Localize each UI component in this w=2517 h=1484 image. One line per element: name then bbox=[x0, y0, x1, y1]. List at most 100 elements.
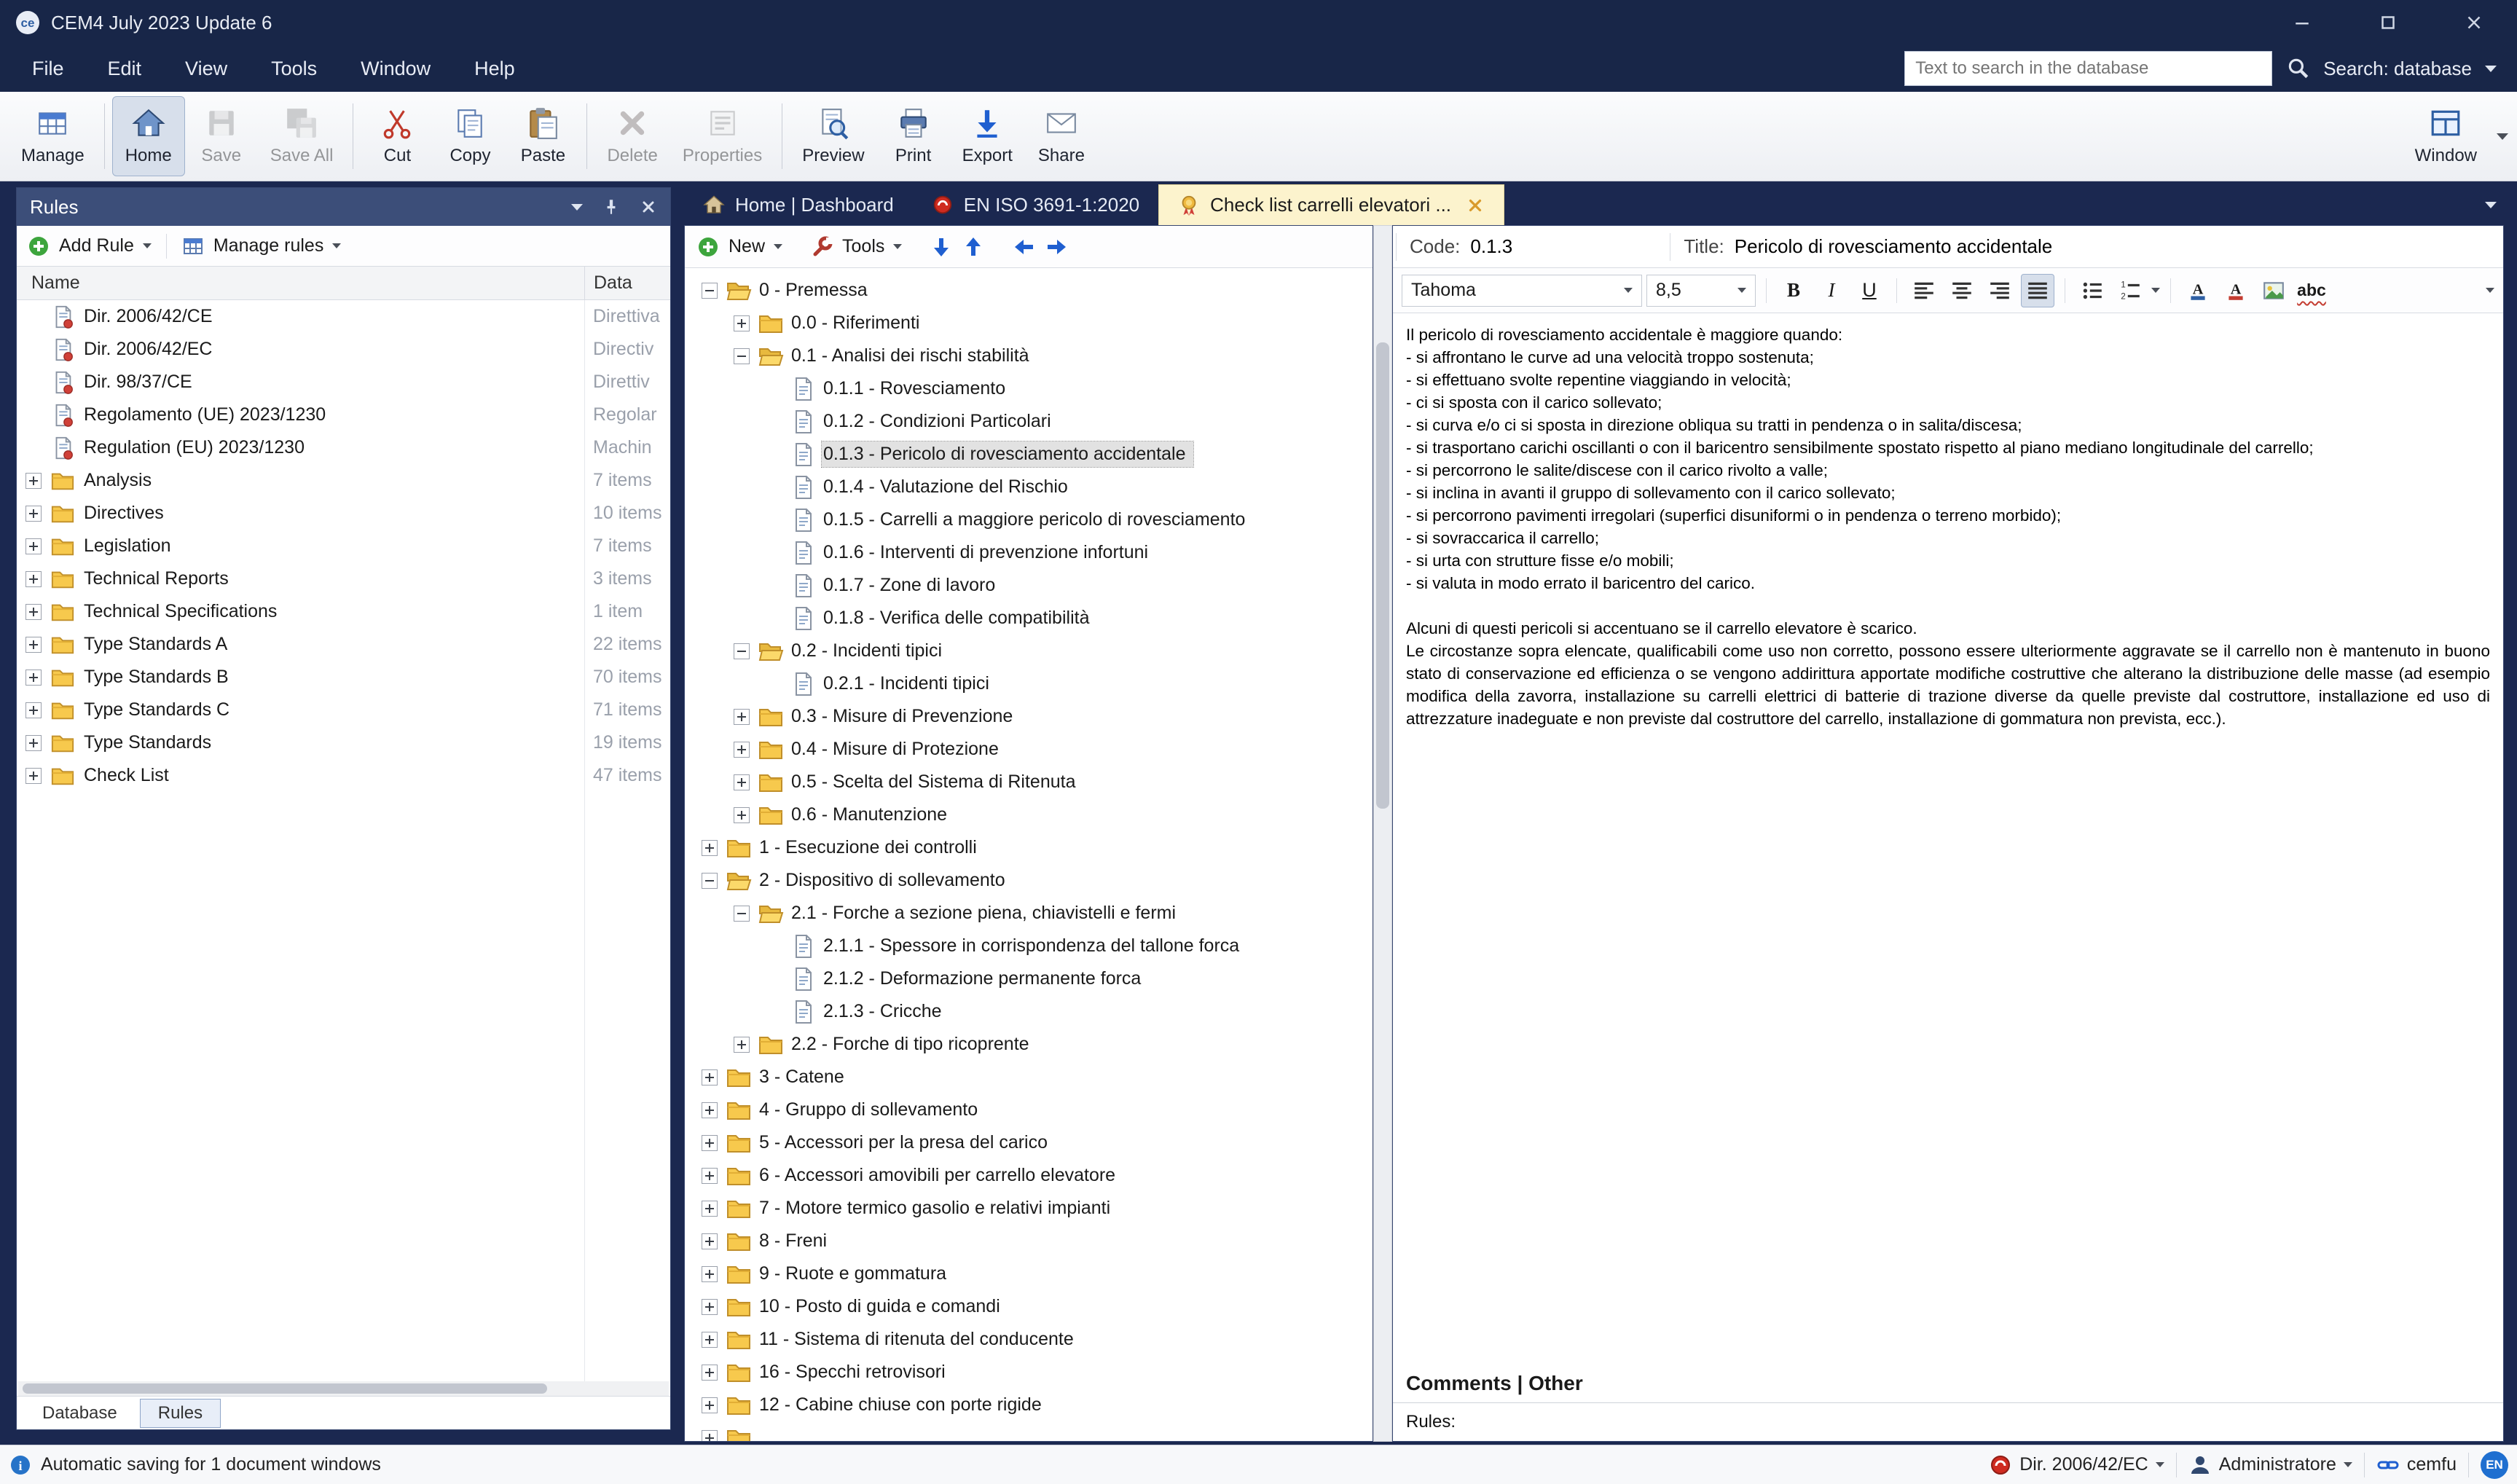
expand-toggle[interactable] bbox=[17, 735, 50, 751]
bold-button[interactable]: B bbox=[1777, 274, 1810, 307]
tree-node[interactable]: 2.1.3 - Cricche bbox=[685, 995, 1373, 1028]
format-overflow-icon[interactable] bbox=[2486, 288, 2494, 293]
toolbar-print-button[interactable]: Print bbox=[877, 96, 950, 176]
numbered-list-button[interactable]: 12 bbox=[2113, 274, 2147, 307]
tree-node[interactable]: 16 - Specchi retrovisori bbox=[685, 1356, 1373, 1389]
new-button[interactable]: New bbox=[729, 236, 765, 257]
align-right-button[interactable] bbox=[1983, 274, 2017, 307]
maximize-button[interactable] bbox=[2345, 0, 2431, 45]
rule-row[interactable]: Analysis7 items bbox=[17, 464, 670, 497]
tree-node[interactable]: 5 - Accessori per la presa del carico bbox=[685, 1126, 1373, 1159]
menu-window[interactable]: Window bbox=[339, 45, 452, 92]
rule-row[interactable]: Dir. 98/37/CEDirettiv bbox=[17, 366, 670, 399]
rule-row[interactable]: Legislation7 items bbox=[17, 530, 670, 562]
align-center-button[interactable] bbox=[1945, 274, 1979, 307]
manage-rules-caret-icon[interactable] bbox=[332, 243, 341, 248]
tree-node[interactable]: 10 - Posto di guida e comandi bbox=[685, 1290, 1373, 1323]
tree-vertical-scrollbar[interactable] bbox=[1373, 225, 1392, 1442]
highlight-color-button[interactable]: A bbox=[2219, 274, 2253, 307]
tree-node[interactable]: 2.2 - Forche di tipo ricoprente bbox=[685, 1028, 1373, 1061]
pin-icon[interactable] bbox=[602, 197, 621, 216]
tree-node[interactable]: 3 - Catene bbox=[685, 1061, 1373, 1094]
toolbar-export-button[interactable]: Export bbox=[950, 96, 1025, 176]
rule-row[interactable]: Technical Specifications1 item bbox=[17, 595, 670, 628]
menu-edit[interactable]: Edit bbox=[86, 45, 164, 92]
tree-node[interactable]: 0.1.3 - Pericolo di rovesciamento accide… bbox=[685, 438, 1373, 471]
tree-node[interactable]: 0.2.1 - Incidenti tipici bbox=[685, 667, 1373, 700]
insert-image-button[interactable] bbox=[2257, 274, 2290, 307]
tree-node[interactable]: 0.1.2 - Condizioni Particolari bbox=[685, 405, 1373, 438]
tree-node[interactable]: 2.1.2 - Deformazione permanente forca bbox=[685, 962, 1373, 995]
expand-toggle[interactable] bbox=[730, 742, 753, 758]
rule-row[interactable]: Type Standards B70 items bbox=[17, 661, 670, 694]
tree-node[interactable]: 12 - Cabine chiuse con porte rigide bbox=[685, 1389, 1373, 1421]
column-header-data[interactable]: Data bbox=[584, 267, 670, 299]
rule-row[interactable]: Type Standards19 items bbox=[17, 726, 670, 759]
tree-node[interactable]: 0.1.5 - Carrelli a maggiore pericolo di … bbox=[685, 503, 1373, 536]
panel-close-icon[interactable] bbox=[640, 198, 657, 216]
toolbar-copy-button[interactable]: Copy bbox=[433, 96, 506, 176]
rule-row[interactable]: Dir. 2006/42/CEDirettiva bbox=[17, 300, 670, 333]
expand-toggle[interactable] bbox=[730, 1037, 753, 1053]
tree-node[interactable] bbox=[685, 1421, 1373, 1441]
expand-toggle[interactable] bbox=[698, 1299, 721, 1315]
new-caret-icon[interactable] bbox=[774, 244, 782, 249]
menu-view[interactable]: View bbox=[163, 45, 249, 92]
rule-row[interactable]: Check List47 items bbox=[17, 759, 670, 792]
move-up-button[interactable] bbox=[962, 235, 985, 259]
expand-toggle[interactable] bbox=[698, 1365, 721, 1381]
expand-toggle[interactable] bbox=[698, 873, 721, 889]
expand-toggle[interactable] bbox=[17, 571, 50, 587]
expand-toggle[interactable] bbox=[730, 315, 753, 331]
toolbar-save-all-button[interactable]: Save All bbox=[258, 96, 346, 176]
rich-text-editor[interactable]: Il pericolo di rovesciamento accidentale… bbox=[1393, 313, 2503, 1363]
numbered-list-caret-icon[interactable] bbox=[2151, 288, 2160, 293]
rule-row[interactable]: Directives10 items bbox=[17, 497, 670, 530]
expand-toggle[interactable] bbox=[17, 538, 50, 554]
align-justify-button[interactable] bbox=[2021, 274, 2054, 307]
toolbar-preview-button[interactable]: Preview bbox=[790, 96, 876, 176]
tree-node[interactable]: 0.1.8 - Verifica delle compatibilità bbox=[685, 602, 1373, 635]
rule-row[interactable]: Technical Reports3 items bbox=[17, 562, 670, 595]
tree-node[interactable]: 0.0 - Riferimenti bbox=[685, 307, 1373, 339]
toolbar-properties-button[interactable]: Properties bbox=[670, 96, 774, 176]
minimize-button[interactable] bbox=[2259, 0, 2345, 45]
menu-tools[interactable]: Tools bbox=[249, 45, 339, 92]
tree-node[interactable]: 0.6 - Manutenzione bbox=[685, 798, 1373, 831]
connection-indicator[interactable]: cemfu bbox=[2376, 1453, 2457, 1477]
tab-rules[interactable]: Rules bbox=[140, 1399, 221, 1428]
document-tab-check-list-carrelli-elevatori[interactable]: Check list carrelli elevatori ... bbox=[1158, 184, 1504, 225]
toolbar-cut-button[interactable]: Cut bbox=[361, 96, 433, 176]
document-tab-home-dashboard[interactable]: Home | Dashboard bbox=[684, 184, 913, 225]
tree-node[interactable]: 11 - Sistema di ritenuta del conducente bbox=[685, 1323, 1373, 1356]
tree-node[interactable]: 7 - Motore termico gasolio e relativi im… bbox=[685, 1192, 1373, 1225]
expand-toggle[interactable] bbox=[698, 1135, 721, 1151]
expand-toggle[interactable] bbox=[698, 1168, 721, 1184]
tree-node[interactable]: 9 - Ruote e gommatura bbox=[685, 1257, 1373, 1290]
align-left-button[interactable] bbox=[1907, 274, 1941, 307]
add-rule-caret-icon[interactable] bbox=[143, 243, 152, 248]
expand-toggle[interactable] bbox=[17, 768, 50, 784]
tree-node[interactable]: 0.1.1 - Rovesciamento bbox=[685, 372, 1373, 405]
rule-row[interactable]: Type Standards A22 items bbox=[17, 628, 670, 661]
rule-row[interactable]: Regulation (EU) 2023/1230Machin bbox=[17, 431, 670, 464]
expand-toggle[interactable] bbox=[698, 1332, 721, 1348]
rule-row[interactable]: Type Standards C71 items bbox=[17, 694, 670, 726]
toolbar-share-button[interactable]: Share bbox=[1025, 96, 1098, 176]
toolbar-save-button[interactable]: Save bbox=[185, 96, 258, 176]
panel-menu-icon[interactable] bbox=[571, 204, 583, 211]
column-header-name[interactable]: Name bbox=[17, 272, 584, 294]
expand-toggle[interactable] bbox=[698, 840, 721, 856]
move-down-button[interactable] bbox=[930, 235, 953, 259]
expand-toggle[interactable] bbox=[730, 643, 753, 659]
move-left-button[interactable] bbox=[1013, 235, 1036, 259]
rule-row[interactable]: Dir. 2006/42/ECDirectiv bbox=[17, 333, 670, 366]
document-tab-en-iso-3691-1-2020[interactable]: EN ISO 3691-1:2020 bbox=[913, 184, 1158, 225]
expand-toggle[interactable] bbox=[17, 604, 50, 620]
tree-node[interactable]: 8 - Freni bbox=[685, 1225, 1373, 1257]
expand-toggle[interactable] bbox=[17, 637, 50, 653]
move-right-button[interactable] bbox=[1045, 235, 1068, 259]
scrollbar-thumb[interactable] bbox=[1376, 342, 1389, 809]
expand-toggle[interactable] bbox=[698, 1201, 721, 1217]
title-value[interactable]: Pericolo di rovesciamento accidentale bbox=[1735, 235, 2503, 258]
